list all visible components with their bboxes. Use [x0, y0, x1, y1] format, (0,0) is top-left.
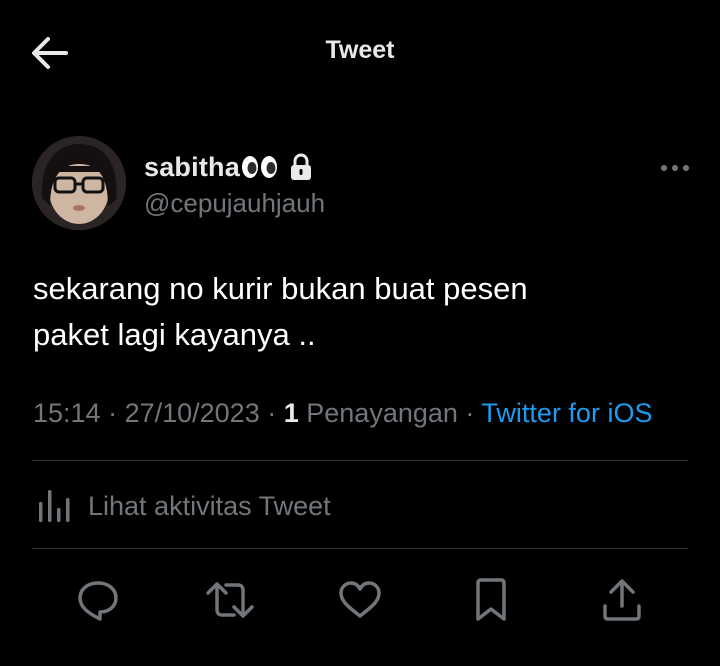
tweet-source-link[interactable]: Twitter for iOS	[481, 398, 652, 428]
display-name: sabitha	[144, 151, 240, 182]
page-title: Tweet	[325, 36, 395, 64]
avatar-image	[32, 136, 126, 230]
like-button[interactable]	[336, 576, 384, 624]
share-button[interactable]	[598, 576, 646, 624]
reply-icon	[78, 581, 118, 621]
more-horizontal-icon	[661, 165, 689, 171]
meta-separator: ·	[100, 398, 125, 428]
retweet-button[interactable]	[206, 576, 254, 624]
lock-icon	[290, 153, 311, 180]
retweet-icon	[206, 582, 254, 618]
bookmark-button[interactable]	[467, 576, 515, 624]
meta-separator: ·	[457, 398, 482, 428]
avatar[interactable]	[32, 136, 126, 230]
views-count: 1	[283, 398, 299, 428]
divider	[32, 548, 688, 549]
user-handle[interactable]: @cepujauhjauh	[144, 188, 325, 219]
bookmark-icon	[476, 578, 506, 621]
share-icon	[603, 579, 641, 621]
divider	[32, 460, 688, 461]
view-activity-button[interactable]: Lihat aktivitas Tweet	[36, 484, 331, 528]
eyes-emoji-icon	[241, 156, 277, 178]
top-bar: Tweet	[0, 0, 720, 104]
reply-button[interactable]	[74, 576, 122, 624]
display-name-row[interactable]: sabitha	[144, 150, 313, 184]
heart-icon	[339, 581, 381, 618]
more-button[interactable]	[658, 158, 692, 178]
view-activity-label: Lihat aktivitas Tweet	[88, 490, 331, 521]
tweet-date[interactable]: 27/10/2023	[125, 398, 260, 428]
tweet-meta: 15:14 · 27/10/2023 · 1 Penayangan · Twit…	[33, 398, 693, 429]
tweet-time[interactable]: 15:14	[33, 398, 101, 428]
analytics-icon	[39, 490, 70, 522]
tweet-actions	[0, 570, 720, 630]
views-label: Penayangan	[306, 398, 458, 428]
meta-separator: ·	[259, 398, 284, 428]
tweet-author: sabitha @cepujauhjauh	[32, 136, 692, 232]
tweet-text: sekarang no kurir bukan buat pesen paket…	[33, 271, 528, 352]
